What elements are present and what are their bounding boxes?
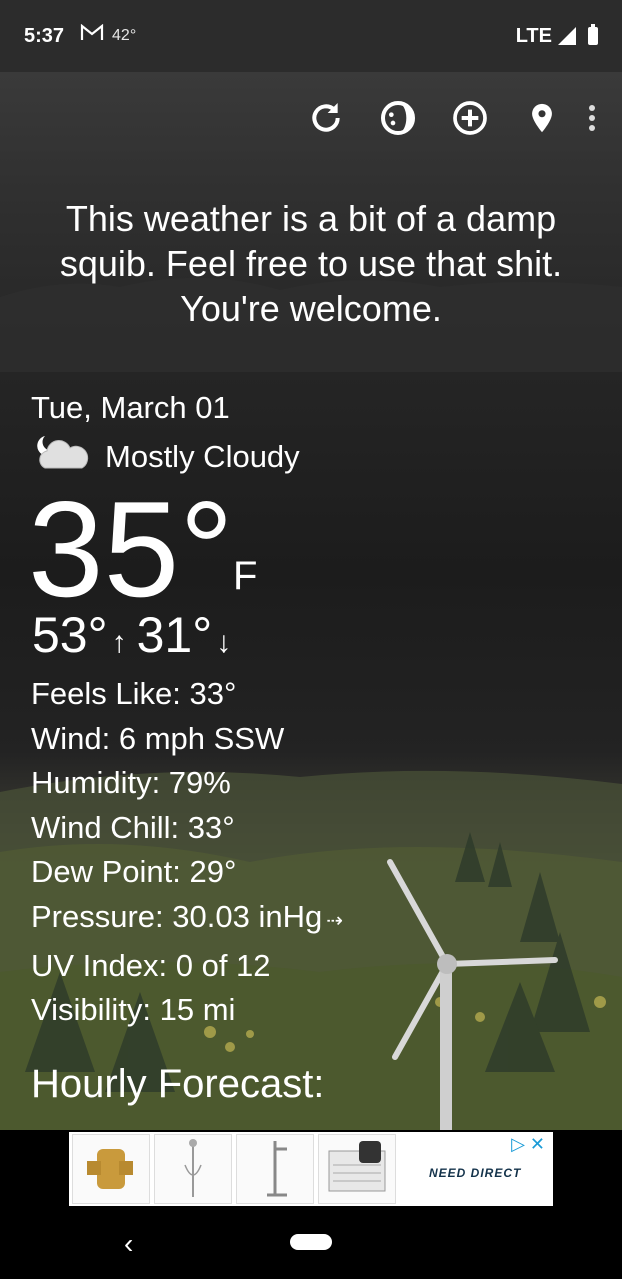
status-bar: 5:37 42° LTE (0, 0, 622, 72)
pressure-row: Pressure: 30.03 inHg ⇢ (31, 895, 343, 944)
location-pin-icon[interactable] (506, 96, 578, 140)
pressure: Pressure: 30.03 inHg (31, 898, 323, 934)
ad-product-image[interactable] (72, 1134, 150, 1204)
ad-banner[interactable]: NEED DIRECT ▷ ✕ (69, 1132, 553, 1206)
ad-bar: NEED DIRECT ▷ ✕ (0, 1130, 622, 1210)
current-temperature: 35° (28, 473, 234, 625)
low-temp: 31° (136, 607, 213, 663)
battery-icon (588, 24, 598, 45)
more-vert-icon[interactable] (578, 96, 606, 140)
temperature-unit: F (233, 554, 258, 598)
arrow-down-icon: ↓ (216, 626, 232, 659)
ad-product-image[interactable] (154, 1134, 232, 1204)
status-temperature: 42° (112, 27, 137, 44)
toolbar (290, 96, 606, 140)
hourly-forecast-title: Hourly Forecast: (31, 1062, 325, 1106)
navigation-bar: ‹ (0, 1210, 622, 1279)
network-type: LTE (515, 24, 552, 47)
forecast-date: Tue, March 01 (31, 390, 230, 425)
back-icon[interactable]: ‹ (124, 1228, 133, 1260)
pressure-trend-icon: ⇢ (326, 909, 343, 932)
gmail-icon (80, 23, 104, 48)
ad-choices-icon[interactable]: ▷ ✕ (511, 1134, 545, 1155)
status-time: 5:37 (24, 24, 65, 47)
feels-like: Feels Like: 33° (31, 676, 237, 711)
weather-quote: This weather is a bit of a damp squib. F… (59, 198, 563, 329)
home-pill[interactable] (290, 1234, 332, 1250)
high-temp: 53° (32, 607, 108, 663)
weather-main: This weather is a bit of a damp squib. F… (0, 72, 622, 1130)
humidity: Humidity: 79% (31, 765, 231, 801)
wind-chill: Wind Chill: 33° (31, 809, 235, 845)
wind: Wind: 6 mph SSW (31, 720, 285, 756)
uv-index: UV Index: 0 of 12 (31, 947, 271, 983)
ad-product-image[interactable] (236, 1134, 314, 1204)
visibility: Visibility: 15 mi (31, 992, 236, 1028)
condition-text: Mostly Cloudy (105, 439, 300, 474)
signal-icon (558, 27, 576, 45)
weather-details: Feels Like: 33° Wind: 6 mph SSW Humidity… (31, 672, 343, 1033)
dew-point: Dew Point: 29° (31, 854, 237, 890)
ad-product-image[interactable] (318, 1134, 396, 1204)
refresh-icon[interactable] (290, 96, 362, 140)
add-location-icon[interactable] (434, 96, 506, 140)
arrow-up-icon: ↑ (111, 626, 127, 659)
theme-icon[interactable] (362, 96, 434, 140)
ad-brand-logo: NEED DIRECT (429, 1166, 522, 1180)
high-low-row: 53° ↑ 31° ↓ (32, 606, 241, 664)
